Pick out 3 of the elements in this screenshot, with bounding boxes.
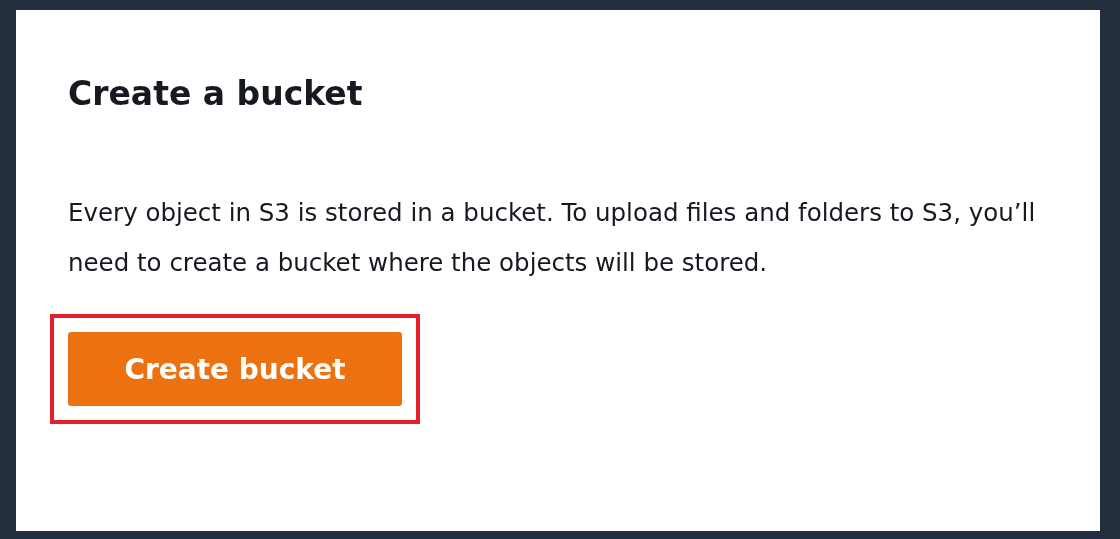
card-description: Every object in S3 is stored in a bucket. To upload files and folders to S3, you’ll need to create a bucket where the objects will be stored. <box>68 197 1037 279</box>
create-bucket-button[interactable]: Create bucket <box>68 332 402 406</box>
card-title: Create a bucket <box>68 73 364 115</box>
